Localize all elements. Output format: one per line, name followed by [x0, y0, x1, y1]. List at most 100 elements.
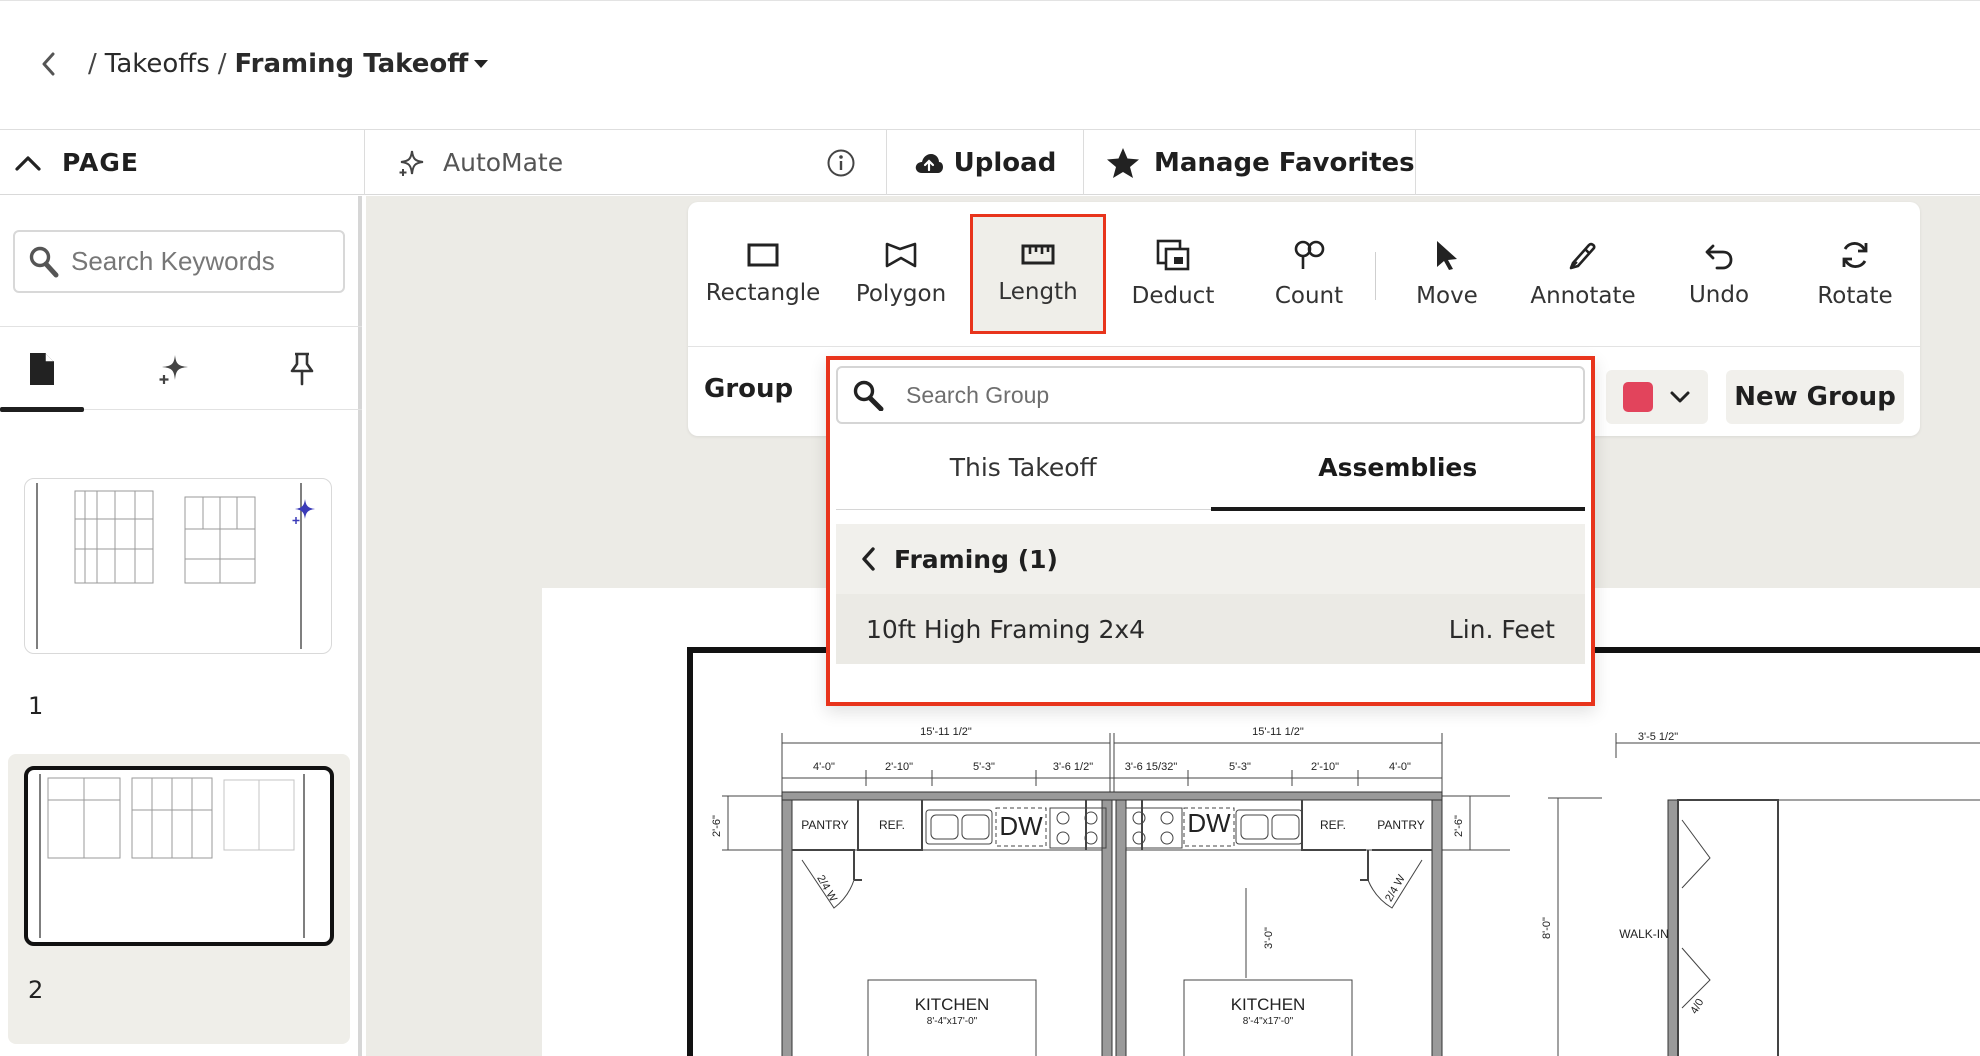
dim-text: 4'-0" — [813, 761, 835, 773]
tool-divider — [1375, 252, 1376, 300]
group-label: Group — [704, 374, 794, 404]
page-thumbnail-1[interactable] — [24, 478, 332, 654]
tool-label: Undo — [1688, 282, 1750, 308]
manage-favorites-button[interactable]: Manage Favorites — [1084, 130, 1416, 195]
group-color-picker[interactable] — [1606, 370, 1708, 424]
breadcrumb-separator: / — [88, 49, 97, 79]
breadcrumb-takeoffs-link[interactable]: Takeoffs — [105, 49, 210, 79]
sparkle-icon — [399, 150, 424, 176]
page-label: PAGE — [62, 148, 139, 177]
group-search-input[interactable] — [906, 381, 1546, 409]
plan-label: 2/4 W — [814, 873, 839, 904]
undo-icon — [1705, 244, 1733, 270]
plan-label: DW — [1187, 808, 1231, 838]
dim-text: 5'-3" — [1229, 761, 1251, 773]
dim-text: 8'-0" — [1541, 917, 1553, 939]
keyword-search-input[interactable] — [71, 246, 331, 277]
undo-tool-button[interactable]: Undo — [1654, 216, 1784, 332]
back-chevron-icon[interactable] — [36, 50, 60, 78]
rotate-icon — [1842, 242, 1868, 268]
pin-icon — [290, 352, 314, 386]
tab-automate[interactable] — [132, 327, 216, 411]
kitchen-label: KITCHEN — [1231, 995, 1306, 1014]
tab-this-takeoff[interactable]: This Takeoff — [836, 426, 1211, 509]
page-thumbnail-2[interactable] — [24, 766, 334, 946]
assembly-list-item[interactable]: 10ft High Framing 2x4 Lin. Feet — [836, 594, 1585, 664]
ruler-icon — [1021, 244, 1055, 265]
breadcrumb-separator: / — [217, 49, 227, 79]
plan-label: PANTRY — [1377, 818, 1425, 832]
deduct-icon — [1156, 239, 1190, 271]
rectangle-icon — [747, 243, 779, 267]
tool-label: Deduct — [1131, 283, 1215, 309]
chevron-left-icon — [862, 547, 875, 571]
dim-text: 5'-3" — [973, 761, 995, 773]
dim-text: 4'-0" — [1389, 761, 1411, 773]
manage-favorites-label: Manage Favorites — [1154, 147, 1415, 178]
document-icon — [30, 353, 54, 385]
dim-text: 2'-10" — [1311, 761, 1339, 773]
automate-badge-icon — [295, 499, 315, 519]
upload-button[interactable]: Upload — [887, 130, 1084, 195]
star-icon — [1107, 147, 1139, 178]
automate-button[interactable]: AutoMate — [365, 130, 887, 195]
automate-label: AutoMate — [443, 148, 564, 177]
dim-text: 3'-0" — [1263, 927, 1275, 949]
polygon-tool-button[interactable]: Polygon — [836, 216, 966, 332]
kitchen-dims: 8'-4"x17'-0" — [927, 1016, 978, 1027]
tab-assemblies[interactable]: Assemblies — [1210, 426, 1586, 511]
assembly-name: 10ft High Framing 2x4 — [866, 614, 1146, 644]
sidebar-tabs — [0, 326, 362, 412]
page-number-2: 2 — [28, 976, 44, 1004]
count-tool-button[interactable]: Count — [1244, 216, 1374, 332]
breadcrumb-current-takeoff[interactable]: Framing Takeoff — [235, 49, 469, 79]
app-root: / Takeoffs / Framing Takeoff PAGE AutoMa… — [0, 0, 1980, 1056]
plan-label: WALK-IN — [1619, 927, 1669, 941]
info-icon[interactable] — [826, 148, 856, 178]
page-item-2-selected[interactable]: 2 — [8, 754, 350, 1044]
length-tool-button[interactable]: Length — [970, 214, 1106, 334]
dim-text: 15'-11 1/2" — [1252, 726, 1304, 738]
toolbar-row: PAGE AutoMate Upload Manage Favorites — [0, 130, 1980, 195]
breadcrumb: / Takeoffs / Framing Takeoff — [36, 49, 489, 79]
dim-text: 3'-5 1/2" — [1638, 731, 1678, 743]
page-panel-toggle[interactable]: PAGE — [0, 130, 365, 195]
chevron-down-icon — [1670, 391, 1690, 403]
deduct-tool-button[interactable]: Deduct — [1108, 216, 1238, 332]
search-icon — [29, 246, 59, 277]
dim-text: 3'-6 1/2" — [1053, 761, 1093, 773]
tab-pages[interactable] — [0, 327, 84, 412]
page-2-preview — [39, 774, 305, 938]
chevron-up-icon — [15, 155, 41, 171]
search-icon — [853, 380, 884, 411]
group-search-dropdown: This Takeoff Assemblies Framing (1) 10ft… — [826, 356, 1595, 706]
tab-pinned[interactable] — [260, 327, 344, 411]
sparkle-icon — [159, 355, 188, 384]
dim-text: 2'-6" — [1453, 815, 1465, 837]
group-search-box — [836, 366, 1585, 424]
upload-label: Upload — [953, 147, 1057, 178]
group-source-tabs: This Takeoff Assemblies — [836, 426, 1586, 511]
tool-label: Length — [998, 279, 1078, 305]
plan-label: DW — [999, 811, 1043, 841]
framing-section-header[interactable]: Framing (1) — [836, 524, 1585, 594]
assembly-unit: Lin. Feet — [1448, 614, 1555, 644]
annotate-tool-button[interactable]: Annotate — [1518, 216, 1648, 332]
rotate-tool-button[interactable]: Rotate — [1790, 216, 1920, 332]
tool-label: Count — [1274, 283, 1344, 309]
pen-icon — [1569, 242, 1596, 270]
dim-text: 2'-6" — [711, 815, 723, 837]
plan-label: REF. — [879, 818, 905, 832]
move-tool-button[interactable]: Move — [1382, 216, 1512, 332]
kitchen-label: KITCHEN — [915, 995, 990, 1014]
color-swatch — [1623, 382, 1653, 412]
cursor-arrow-icon — [1437, 241, 1457, 270]
rectangle-tool-button[interactable]: Rectangle — [698, 216, 828, 332]
tool-label: Annotate — [1530, 283, 1636, 309]
caret-down-icon[interactable] — [474, 60, 489, 68]
new-group-button[interactable]: New Group — [1726, 370, 1904, 424]
page-number-1: 1 — [28, 692, 44, 720]
keyword-search-box — [13, 230, 345, 293]
tool-label: Polygon — [855, 281, 947, 307]
dim-text: 15'-11 1/2" — [920, 726, 972, 738]
